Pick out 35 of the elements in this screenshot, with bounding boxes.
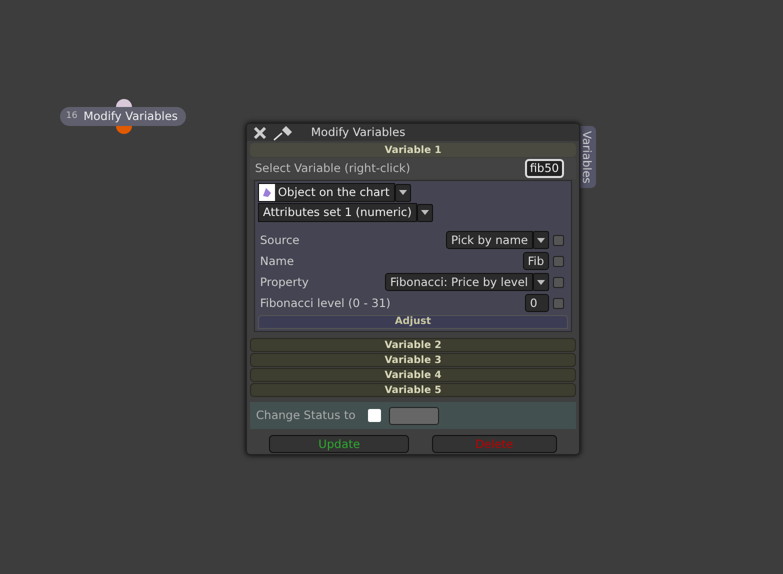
checkbox[interactable] [553,276,564,288]
object-dropdown[interactable]: Object on the chart [258,183,395,202]
input-port[interactable] [116,99,132,107]
section-header[interactable]: Variable 2 [250,338,576,352]
output-port[interactable] [116,126,132,134]
checkbox[interactable] [368,409,381,422]
close-icon[interactable] [253,126,267,140]
input-field[interactable]: 0 [525,294,549,312]
input-field[interactable]: Fib [522,252,549,270]
variable-input[interactable]: fib50 [524,159,564,178]
node-label: Modify Variables [83,108,178,125]
section-header[interactable]: Variable 5 [250,383,576,398]
section-header[interactable]: Variable 3 [250,353,576,368]
field-label: Property [260,274,310,291]
dialog-title: Modify Variables [311,124,406,141]
dropdown[interactable]: Pick by name [446,231,533,250]
checkbox[interactable] [553,256,564,267]
checkbox[interactable] [553,234,564,246]
object-icon [259,184,275,202]
attribute-dropdown[interactable]: Attributes set 1 (numeric) [258,203,417,222]
status-label: Change Status to [256,407,356,424]
checkbox[interactable] [553,298,564,309]
section-header[interactable]: Variable 1 [250,143,576,158]
field-label: Source [260,232,300,249]
update-button[interactable]: Update [269,434,410,453]
node[interactable]: 16 Modify Variables [60,107,186,126]
pin-icon[interactable] [273,124,293,141]
status-field[interactable] [388,406,439,425]
dropdown[interactable]: Fibonacci: Price by level [385,273,533,292]
node-number: 16 [66,110,78,123]
field-label: Fibonacci level (0 - 31) [260,294,392,312]
field-label: Select Variable (right-click) [255,160,410,178]
section-header[interactable]: Variable 4 [250,368,576,382]
field-label: Name [260,252,295,270]
adjust-button[interactable]: Adjust [258,315,568,330]
